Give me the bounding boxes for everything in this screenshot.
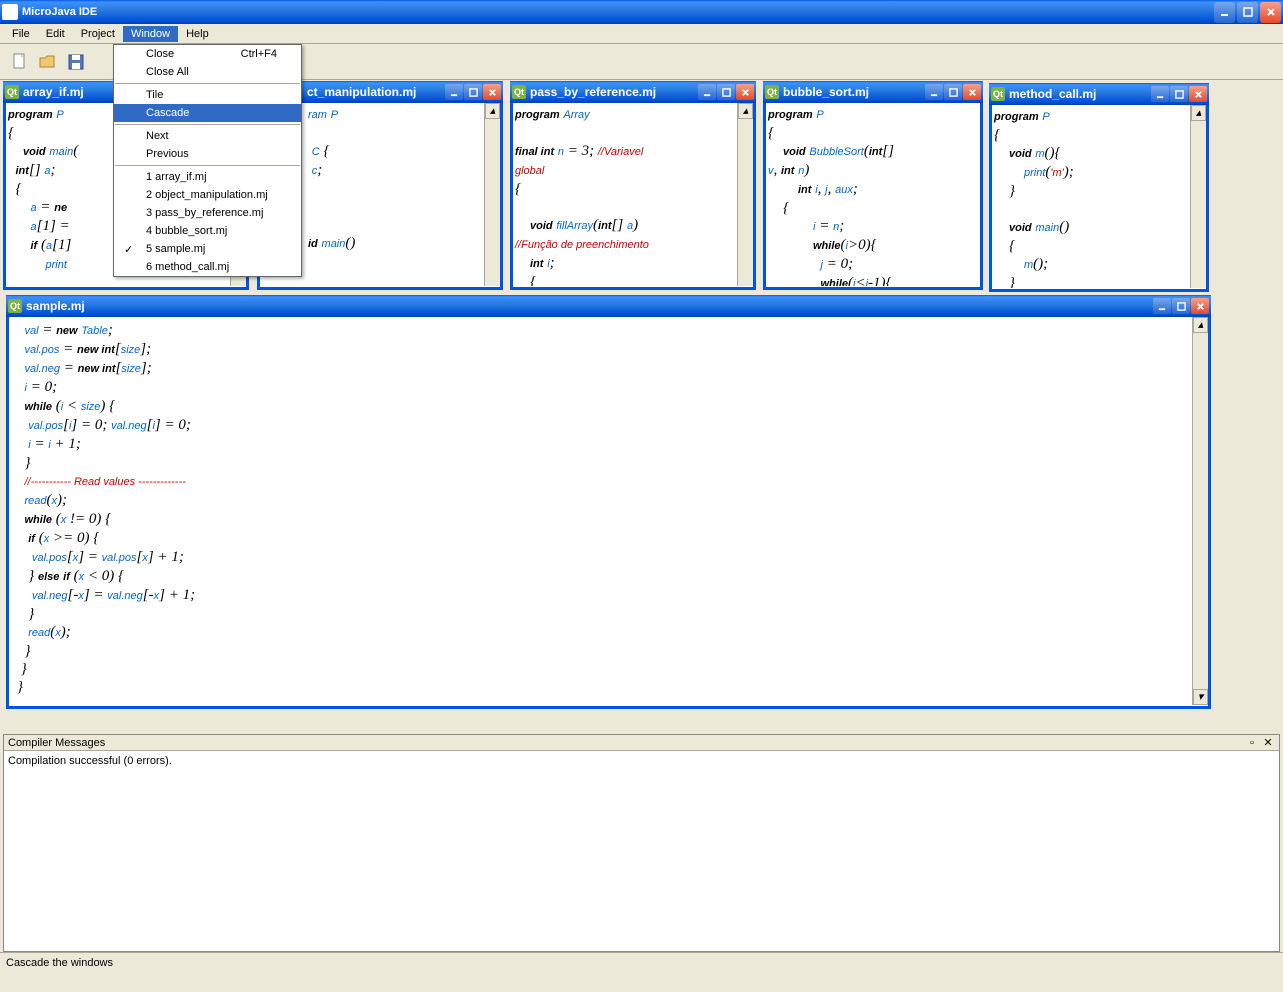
qt-icon: Qt bbox=[991, 87, 1005, 101]
child-titlebar[interactable]: Qt method_call.mj bbox=[989, 83, 1209, 105]
window-title: sample.mj bbox=[26, 299, 1152, 313]
qt-icon: Qt bbox=[8, 299, 22, 313]
dropdown-separator bbox=[115, 124, 300, 125]
dropdown-next[interactable]: Next bbox=[114, 127, 301, 145]
window-title: pass_by_reference.mj bbox=[530, 85, 697, 99]
main-titlebar: MicroJava IDE bbox=[0, 0, 1283, 24]
save-file-button[interactable] bbox=[64, 50, 88, 74]
menu-file[interactable]: File bbox=[4, 26, 38, 42]
child-close-button[interactable] bbox=[963, 84, 981, 100]
child-titlebar[interactable]: Qt sample.mj bbox=[6, 295, 1211, 317]
dropdown-file-1[interactable]: 1 array_if.mj bbox=[114, 168, 301, 186]
qt-icon: Qt bbox=[765, 85, 779, 99]
window-method-call[interactable]: Qt method_call.mj program P { void m(){ … bbox=[989, 84, 1209, 292]
dropdown-separator bbox=[115, 83, 300, 84]
dropdown-previous[interactable]: Previous bbox=[114, 145, 301, 163]
child-titlebar[interactable]: Qt pass_by_reference.mj bbox=[510, 81, 756, 103]
qt-icon: Qt bbox=[512, 85, 526, 99]
child-minimize-button[interactable] bbox=[925, 84, 943, 100]
scrollbar-vertical[interactable]: ▴ bbox=[484, 103, 500, 286]
child-maximize-button[interactable] bbox=[944, 84, 962, 100]
menu-window[interactable]: Window bbox=[123, 26, 178, 42]
dropdown-tile[interactable]: Tile bbox=[114, 86, 301, 104]
child-minimize-button[interactable] bbox=[445, 84, 463, 100]
panel-header: Compiler Messages ▫ ✕ bbox=[4, 735, 1279, 751]
open-file-button[interactable] bbox=[36, 50, 60, 74]
code-editor[interactable]: val = new Table; val.pos = new int[size]… bbox=[9, 317, 1208, 705]
check-icon: ✓ bbox=[124, 243, 133, 256]
code-editor[interactable]: program Array final int n = 3; //Variave… bbox=[513, 103, 753, 286]
dropdown-close-all[interactable]: Close All bbox=[114, 63, 301, 81]
maximize-button[interactable] bbox=[1237, 2, 1258, 23]
child-close-button[interactable] bbox=[1189, 86, 1207, 102]
qt-icon: Qt bbox=[5, 85, 19, 99]
new-file-button[interactable] bbox=[8, 50, 32, 74]
close-button[interactable] bbox=[1260, 2, 1281, 23]
child-minimize-button[interactable] bbox=[698, 84, 716, 100]
child-minimize-button[interactable] bbox=[1151, 86, 1169, 102]
scrollbar-vertical[interactable]: ▴ bbox=[737, 103, 753, 286]
dropdown-file-2[interactable]: 2 object_manipulation.mj bbox=[114, 186, 301, 204]
menubar: File Edit Project Window Help bbox=[0, 24, 1283, 44]
code-editor[interactable]: program P { void m(){ print('m'); } void… bbox=[992, 105, 1206, 288]
statusbar: Cascade the windows bbox=[0, 952, 1283, 972]
app-icon bbox=[2, 4, 18, 20]
minimize-button[interactable] bbox=[1214, 2, 1235, 23]
child-close-button[interactable] bbox=[1191, 298, 1209, 314]
app-title: MicroJava IDE bbox=[22, 6, 1214, 18]
child-maximize-button[interactable] bbox=[464, 84, 482, 100]
menu-project[interactable]: Project bbox=[73, 26, 123, 42]
window-pass-by-reference[interactable]: Qt pass_by_reference.mj program Array fi… bbox=[510, 82, 756, 290]
child-maximize-button[interactable] bbox=[1172, 298, 1190, 314]
panel-close-button[interactable]: ✕ bbox=[1261, 737, 1275, 749]
window-bubble-sort[interactable]: Qt bubble_sort.mj program P { void Bubbl… bbox=[763, 82, 983, 290]
child-maximize-button[interactable] bbox=[1170, 86, 1188, 102]
window-dropdown: CloseCtrl+F4 Close All Tile Cascade Next… bbox=[113, 44, 302, 277]
dropdown-separator bbox=[115, 165, 300, 166]
child-minimize-button[interactable] bbox=[1153, 298, 1171, 314]
dropdown-close[interactable]: CloseCtrl+F4 bbox=[114, 45, 301, 63]
child-titlebar[interactable]: Qt bubble_sort.mj bbox=[763, 81, 983, 103]
scrollbar-vertical[interactable]: ▴ bbox=[1190, 105, 1206, 288]
compiler-output: Compilation successful (0 errors). bbox=[4, 751, 1279, 771]
window-sample[interactable]: Qt sample.mj val = new Table; val.pos = … bbox=[6, 296, 1211, 709]
dropdown-file-5[interactable]: ✓5 sample.mj bbox=[114, 240, 301, 258]
status-text: Cascade the windows bbox=[6, 957, 113, 969]
window-title: bubble_sort.mj bbox=[783, 85, 924, 99]
compiler-panel: Compiler Messages ▫ ✕ Compilation succes… bbox=[3, 734, 1280, 952]
panel-title: Compiler Messages bbox=[8, 737, 1243, 749]
dropdown-file-4[interactable]: 4 bubble_sort.mj bbox=[114, 222, 301, 240]
child-close-button[interactable] bbox=[736, 84, 754, 100]
code-editor[interactable]: program P { void BubbleSort(int[] v, int… bbox=[766, 103, 980, 286]
dropdown-file-6[interactable]: 6 method_call.mj bbox=[114, 258, 301, 276]
menu-edit[interactable]: Edit bbox=[38, 26, 73, 42]
dropdown-cascade[interactable]: Cascade bbox=[114, 104, 301, 122]
menu-help[interactable]: Help bbox=[178, 26, 217, 42]
panel-restore-button[interactable]: ▫ bbox=[1245, 737, 1259, 749]
dropdown-file-3[interactable]: 3 pass_by_reference.mj bbox=[114, 204, 301, 222]
window-title: method_call.mj bbox=[1009, 87, 1150, 101]
child-maximize-button[interactable] bbox=[717, 84, 735, 100]
scrollbar-vertical[interactable]: ▴▾ bbox=[1192, 317, 1208, 705]
child-close-button[interactable] bbox=[483, 84, 501, 100]
